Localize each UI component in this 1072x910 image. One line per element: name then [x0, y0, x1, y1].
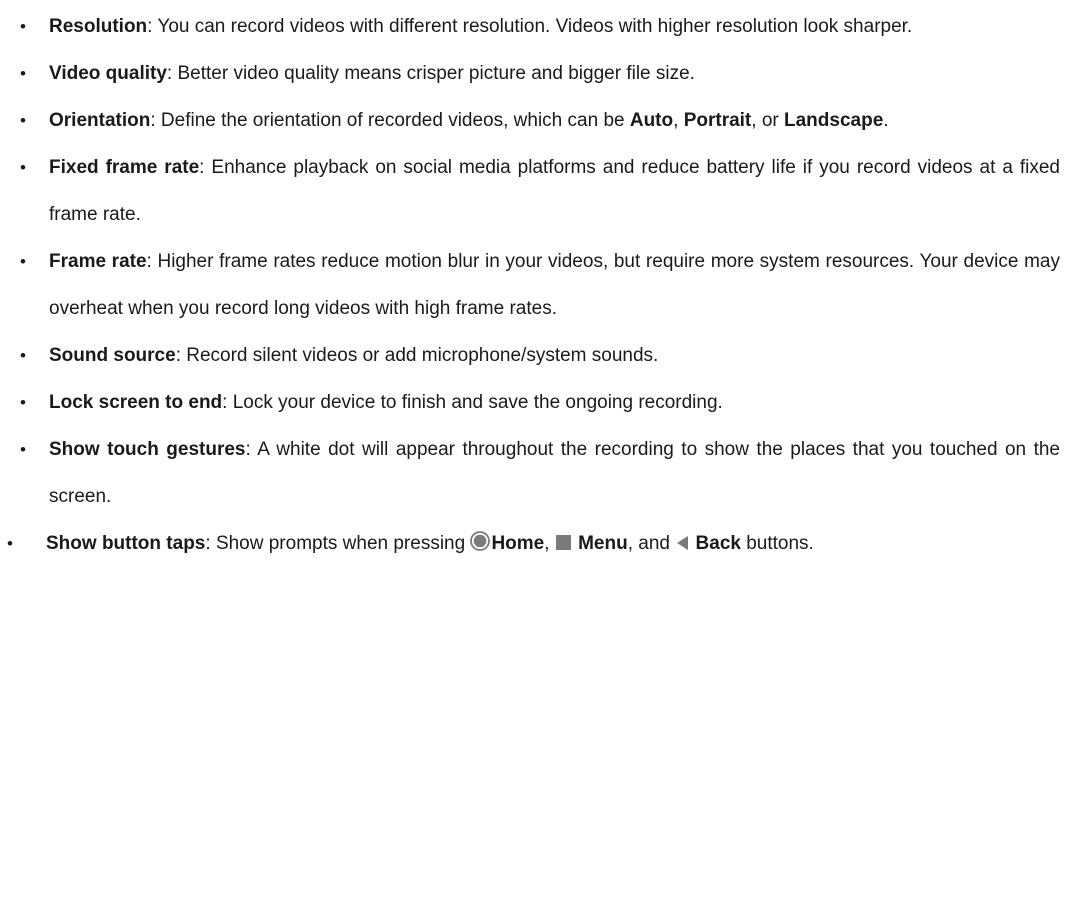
bullet-marker: •	[20, 393, 26, 412]
document-page: • Resolution: You can record videos with…	[0, 0, 1072, 910]
bullet-marker: •	[20, 252, 26, 271]
description-video-quality: Better video quality means crisper pictu…	[177, 63, 695, 84]
list-item-orientation: • Orientation: Define the orientation of…	[0, 97, 1072, 144]
term-show-button-taps: Show button taps	[46, 533, 206, 554]
term-sound-source: Sound source	[49, 345, 176, 366]
description-resolution: You can record videos with different res…	[157, 16, 913, 37]
description-show-button-taps: Show prompts when pressing	[215, 533, 471, 554]
option-landscape: Landscape	[784, 110, 884, 131]
home-label: Home	[491, 533, 545, 554]
list-item-video-quality: • Video quality: Better video quality me…	[0, 50, 1072, 97]
term-lock-screen-to-end: Lock screen to end	[49, 392, 223, 413]
term-video-quality: Video quality	[49, 63, 167, 84]
bullet-marker: •	[20, 111, 26, 130]
bullet-marker: •	[20, 440, 26, 459]
bullet-marker: •	[7, 534, 13, 553]
menu-label: Menu	[578, 533, 628, 554]
description-sound-source: Record silent videos or add microphone/s…	[186, 345, 659, 366]
list-item-resolution: • Resolution: You can record videos with…	[0, 3, 1072, 50]
term-fixed-frame-rate: Fixed frame rate	[49, 157, 200, 178]
back-triangle-icon	[675, 522, 689, 569]
option-portrait: Portrait	[683, 110, 752, 131]
list-item-show-button-taps: • Show button taps: Show prompts when pr…	[0, 520, 1072, 569]
bullet-marker: •	[20, 17, 26, 36]
term-orientation: Orientation	[49, 110, 151, 131]
list-item-show-touch-gestures: • Show touch gestures: A white dot will …	[0, 426, 1072, 520]
bullet-marker: •	[20, 158, 26, 177]
description-frame-rate: Higher frame rates reduce motion blur in…	[49, 251, 1061, 319]
term-frame-rate: Frame rate	[49, 251, 147, 272]
description-orientation: Define the orientation of recorded video…	[160, 110, 630, 131]
list-item-frame-rate: • Frame rate: Higher frame rates reduce …	[0, 238, 1072, 332]
home-circle-icon	[470, 522, 491, 569]
list-item-lock-screen-to-end: • Lock screen to end: Lock your device t…	[0, 379, 1072, 426]
term-resolution: Resolution	[49, 16, 148, 37]
list-item-fixed-frame-rate: • Fixed frame rate: Enhance playback on …	[0, 144, 1072, 238]
back-label: Back	[695, 533, 741, 554]
bullet-marker: •	[20, 346, 26, 365]
list-item-sound-source: • Sound source: Record silent videos or …	[0, 332, 1072, 379]
settings-bullet-list: • Resolution: You can record videos with…	[0, 3, 1072, 569]
menu-square-icon	[555, 522, 572, 569]
option-auto: Auto	[629, 110, 674, 131]
bullet-marker: •	[20, 64, 26, 83]
term-show-touch-gestures: Show touch gestures	[49, 439, 246, 460]
description-lock-screen-to-end: Lock your device to finish and save the …	[232, 392, 723, 413]
